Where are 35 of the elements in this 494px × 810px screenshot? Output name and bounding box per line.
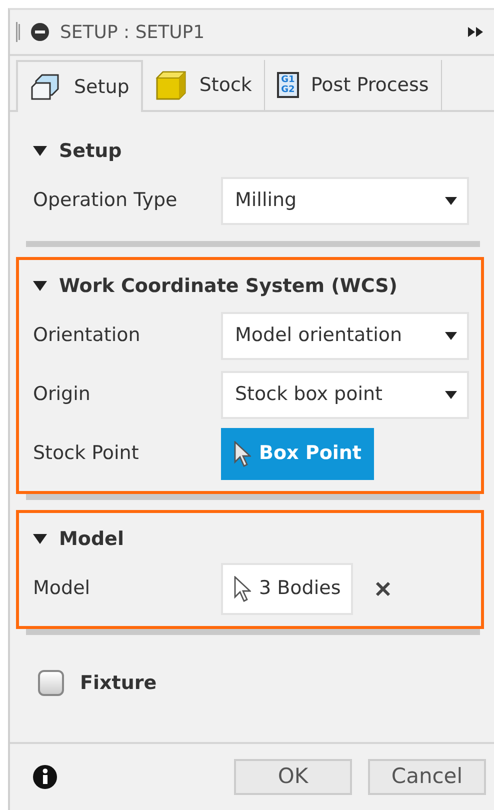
tab[interactable]: G1 G2 Post Process: [264, 60, 442, 110]
cursor-icon: [233, 440, 251, 466]
window-title: SETUP : SETUP1: [60, 20, 205, 44]
field-label: Origin: [33, 382, 92, 408]
tab[interactable]: Stock: [143, 60, 265, 110]
cursor-icon: [233, 576, 251, 602]
checkbox-label: Fixture: [80, 671, 157, 696]
collapse-icon: [30, 22, 50, 42]
expand-triangle-icon[interactable]: [33, 279, 47, 293]
grip-icon: [16, 22, 20, 42]
info-icon: [32, 764, 58, 790]
field-label: Operation Type: [33, 188, 178, 214]
dropdown[interactable]: Model orientation: [221, 312, 469, 360]
caret-icon: [445, 332, 457, 340]
tab[interactable]: Setup: [16, 60, 144, 112]
close-icon[interactable]: [374, 580, 391, 596]
cube-icon: [155, 69, 188, 101]
checkbox[interactable]: [38, 670, 64, 696]
caret-icon: [445, 390, 457, 398]
ok-button[interactable]: OK: [234, 759, 352, 795]
section-title[interactable]: Model: [59, 524, 124, 554]
cancel-button[interactable]: Cancel: [368, 759, 486, 795]
fast-forward-icon: [468, 26, 484, 38]
section-title[interactable]: Work Coordinate System (WCS): [59, 272, 398, 300]
expand-triangle-icon[interactable]: [33, 144, 47, 158]
field-label: Stock Point: [33, 441, 140, 466]
selection-button[interactable]: 3 Bodies: [221, 562, 353, 614]
caret-icon: [445, 196, 457, 204]
dropdown[interactable]: Stock box point: [221, 370, 469, 418]
field-label: Orientation: [33, 323, 142, 348]
post-process-icon: G1 G2: [276, 72, 299, 98]
section-title[interactable]: Setup: [59, 136, 122, 166]
dropdown[interactable]: Milling: [221, 176, 469, 224]
field-label: Model: [33, 576, 92, 602]
expand-triangle-icon[interactable]: [33, 532, 47, 546]
